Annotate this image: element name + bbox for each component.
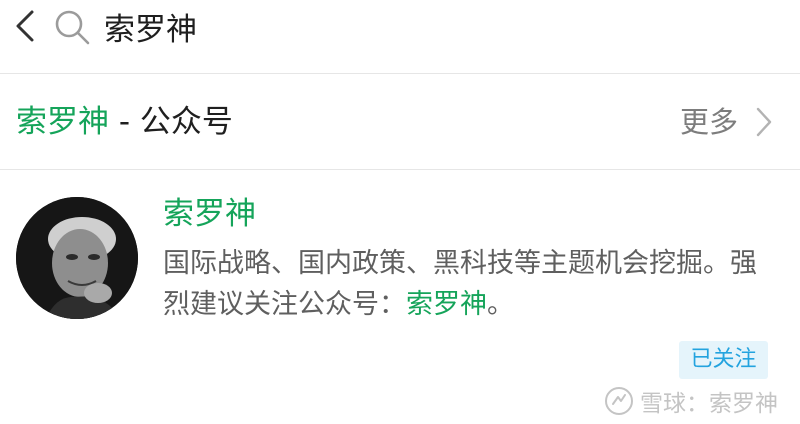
- section-header: 索罗神 - 公众号 更多: [0, 92, 800, 156]
- follow-status-badge[interactable]: 已关注: [679, 341, 768, 379]
- account-description: 国际战略、国内政策、黑科技等主题机会挖掘。强烈建议关注公众号：索罗神。: [163, 243, 763, 325]
- watermark-text: 雪球：索罗神: [640, 391, 778, 417]
- section-title-separator: -: [109, 104, 140, 140]
- search-bar: [0, 0, 800, 72]
- section-title-keyword: 索罗神: [16, 104, 109, 140]
- account-description-highlight: 索罗神: [406, 289, 487, 320]
- avatar: [16, 197, 138, 319]
- chevron-right-icon: [756, 107, 772, 137]
- search-input[interactable]: [104, 6, 664, 46]
- section-title: 索罗神 - 公众号: [16, 100, 233, 144]
- xueqiu-logo-icon: [605, 387, 633, 415]
- search-icon: [55, 10, 90, 45]
- watermark: 雪球：索罗神: [604, 384, 778, 418]
- section-title-suffix: 公众号: [139, 104, 233, 140]
- divider: [0, 169, 800, 170]
- more-button[interactable]: 更多: [680, 100, 774, 144]
- divider: [0, 73, 800, 74]
- more-label: 更多: [679, 105, 738, 139]
- back-arrow-icon[interactable]: [6, 8, 42, 44]
- account-description-end: 。: [487, 289, 514, 320]
- account-name[interactable]: 索罗神: [163, 192, 256, 236]
